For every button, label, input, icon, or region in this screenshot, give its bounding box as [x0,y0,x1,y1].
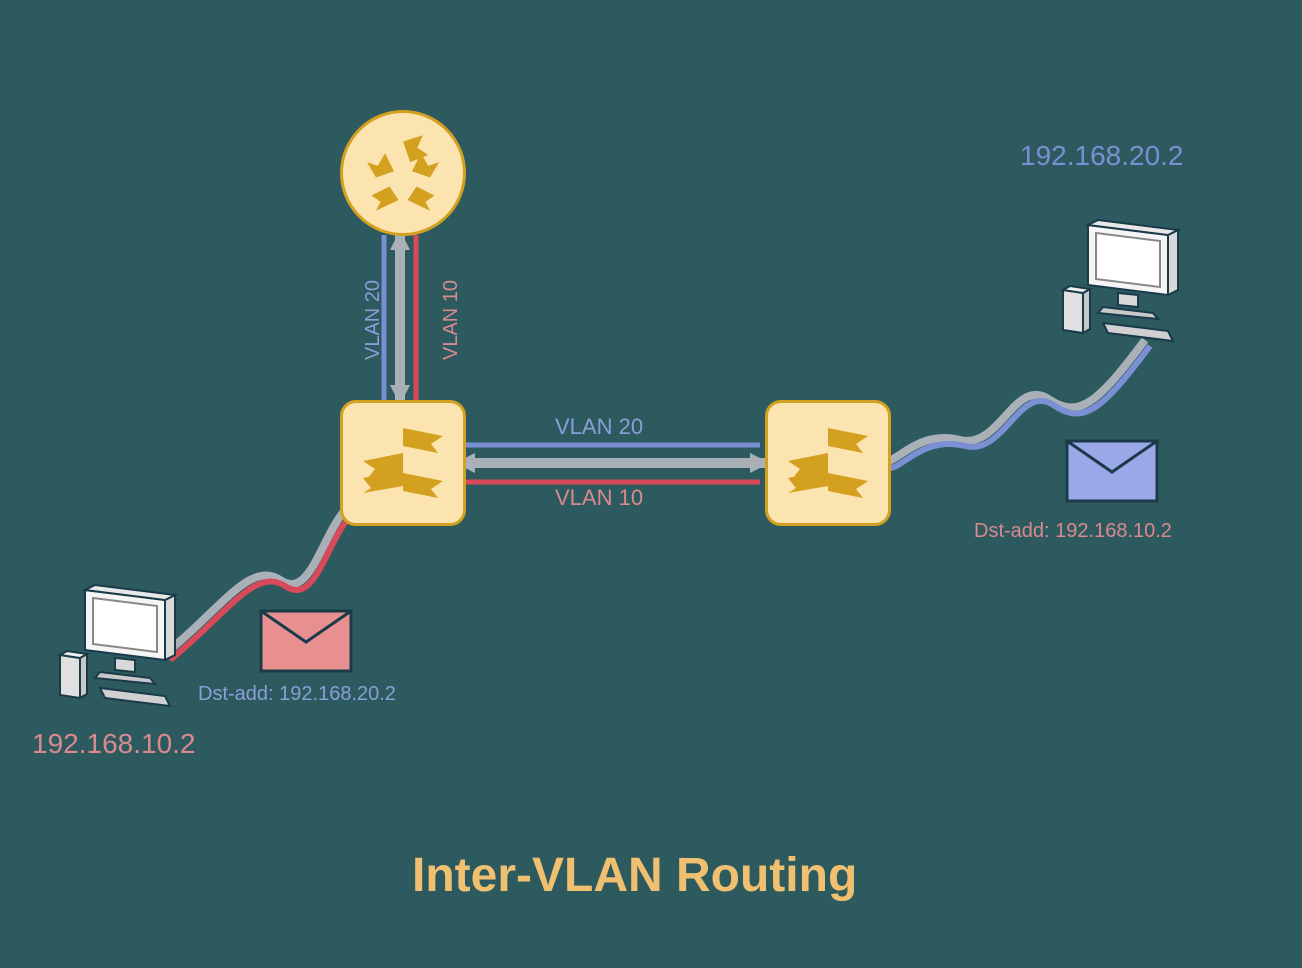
vlink-vlan20-label: VLAN 20 [362,280,385,360]
pc-left-ip-label: 192.168.10.2 [32,728,196,760]
hlink-vlan20-label: VLAN 20 [555,414,643,440]
hlink-vlan10-label: VLAN 10 [555,485,643,511]
packet-right-dst-label: Dst-add: 192.168.10.2 [974,520,1172,543]
router [340,110,466,236]
switch-right [765,400,891,526]
diagram-title: Inter-VLAN Routing [412,848,857,903]
pc-right [1058,215,1198,350]
pc-right-ip-label: 192.168.20.2 [1020,140,1184,172]
vlink-vlan10-label: VLAN 10 [440,280,463,360]
packet-envelope-left [258,608,354,679]
packet-left-dst-label: Dst-add: 192.168.20.2 [198,683,396,706]
packet-envelope-right [1064,438,1160,509]
pc-left [55,580,195,715]
switch-left [340,400,466,526]
